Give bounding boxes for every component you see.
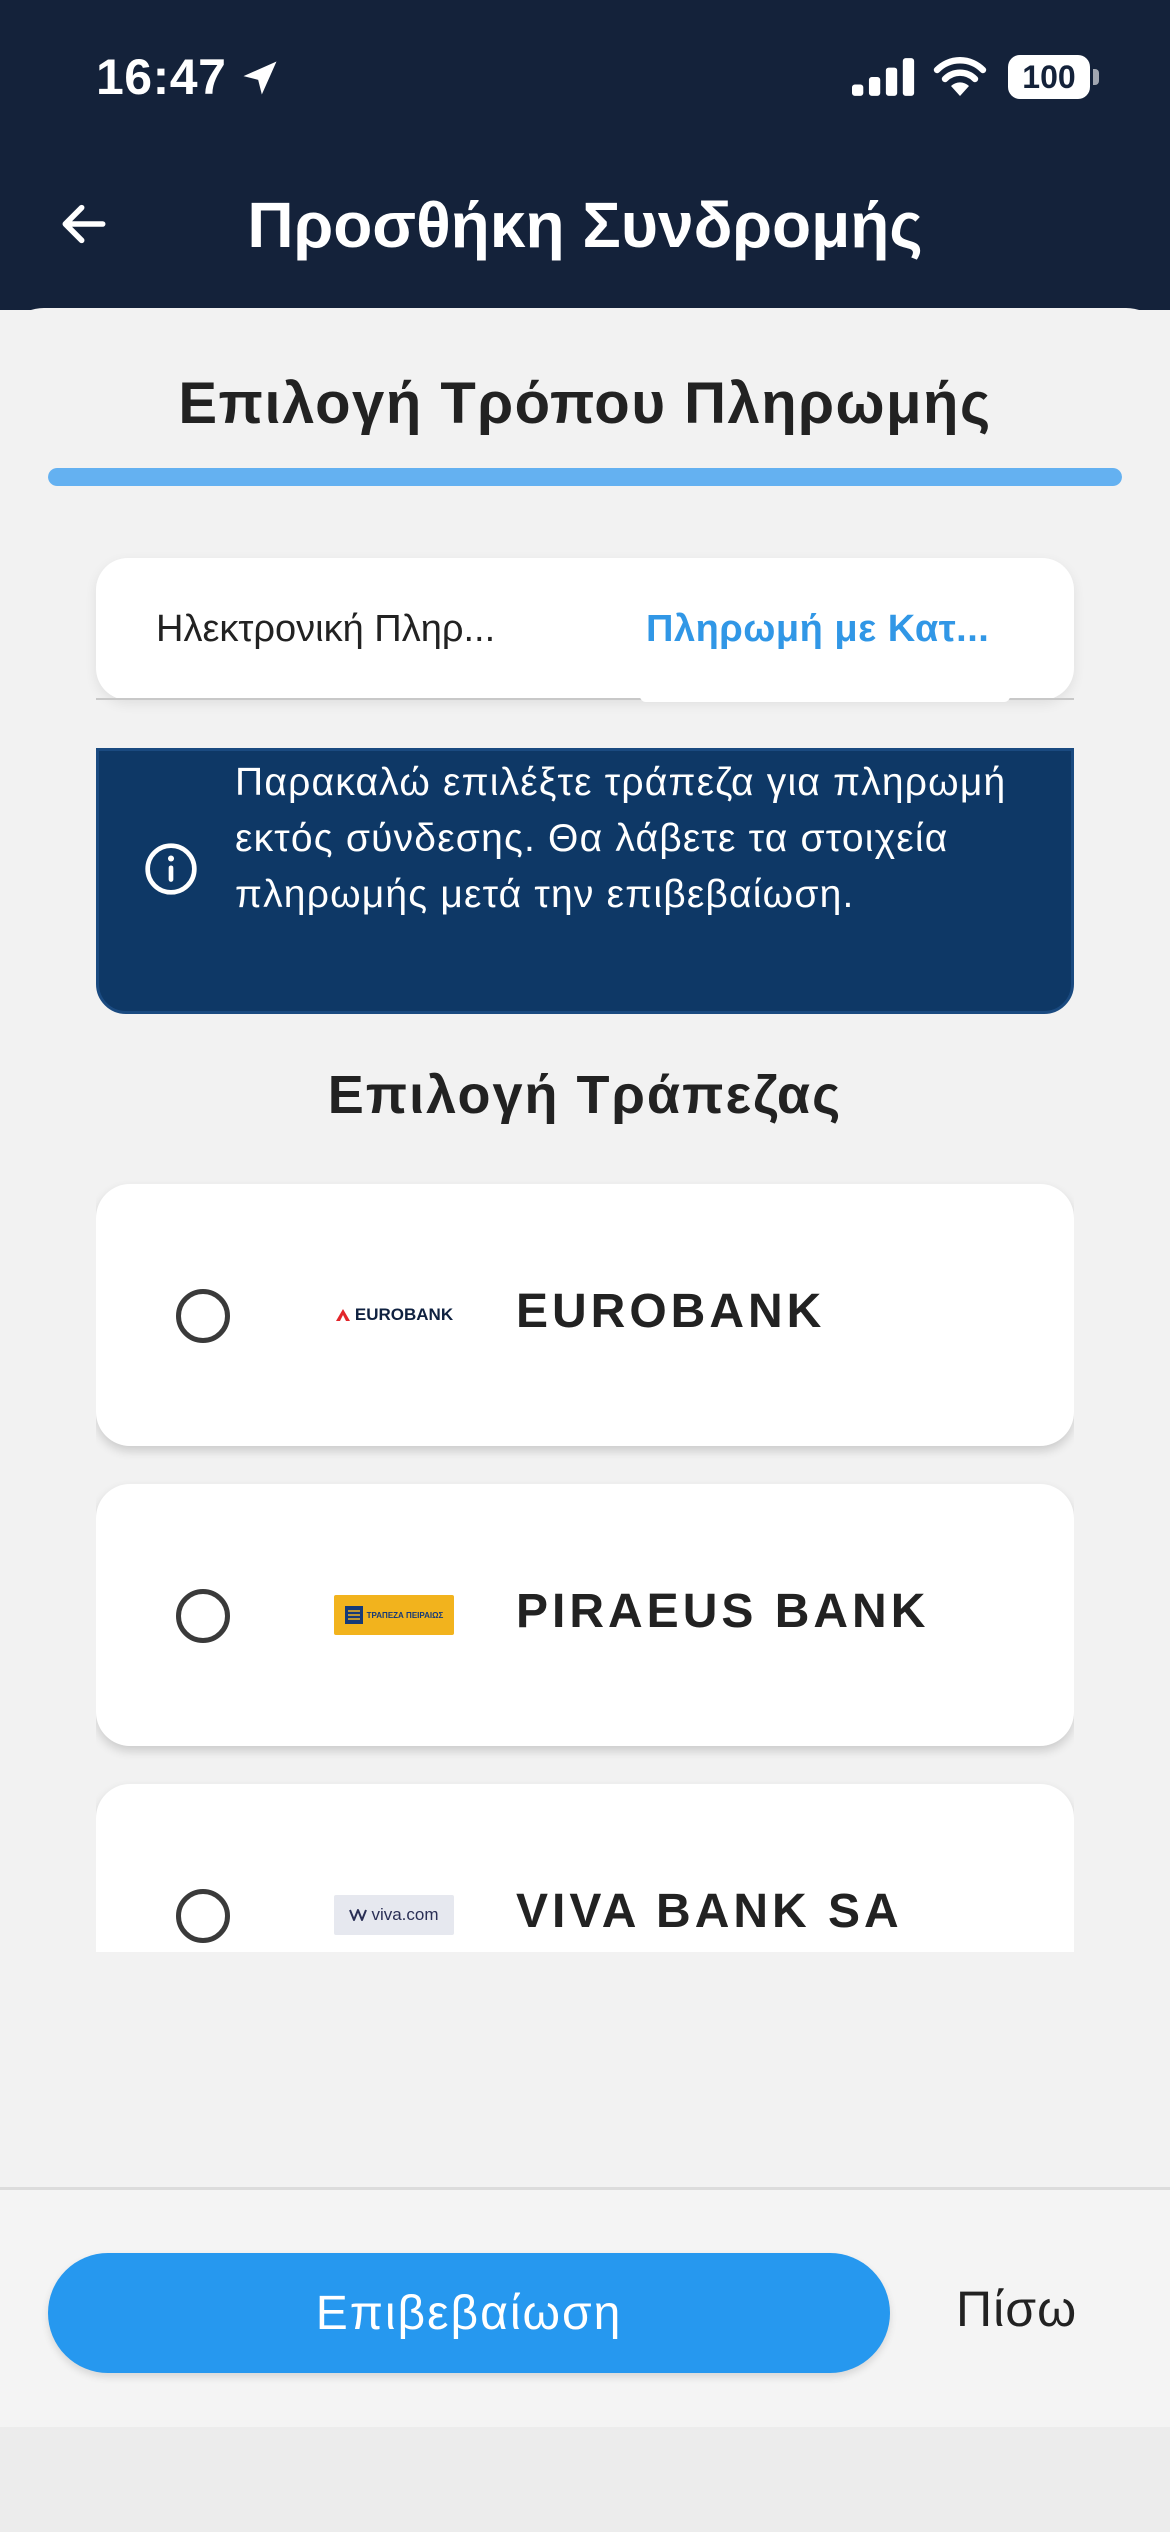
bank-option-piraeus[interactable]: ΤΡΑΠΕΖΑ ΠΕΙΡΑΙΩΣ PIRAEUS BANK [96,1484,1074,1746]
payment-method-tabs: Ηλεκτρονική Πληρ... Πληρωμή με Κατ... [96,558,1074,700]
step-title: Επιλογή Τρόπου Πληρωμής [178,371,992,436]
footer-strip [0,2427,1170,2532]
tab-active-indicator [640,690,1010,702]
status-time: 16:47 [96,49,227,105]
tab-store-payment[interactable]: Πληρωμή με Κατ... [646,558,989,700]
bank-option-viva[interactable]: viva.com VIVA BANK SA [96,1784,1074,1952]
info-icon [145,843,197,895]
bank-list[interactable]: EUROBANK EUROBANK ΤΡΑΠΕΖΑ ΠΕΙΡΑΙΩΣ PIRAE… [96,1176,1074,1952]
eurobank-logo: EUROBANK [334,1295,454,1335]
bank-name: PIRAEUS BANK [516,1585,930,1638]
step-progress-fill [48,468,1122,486]
piraeus-logo: ΤΡΑΠΕΖΑ ΠΕΙΡΑΙΩΣ [334,1595,454,1635]
step-progress-bar [48,468,1122,486]
back-button[interactable]: Πίσω [956,2280,1077,2338]
info-message: Παρακαλώ επιλέξτε τράπεζα για πληρωμή εκ… [96,748,1074,1014]
bank-selection-title: Επιλογή Τράπεζας [327,1065,843,1125]
radio-button[interactable] [176,1289,230,1343]
piraeus-mark-icon [344,1606,363,1624]
radio-button[interactable] [176,1889,230,1943]
bank-option-eurobank[interactable]: EUROBANK EUROBANK [96,1184,1074,1446]
bank-name: VIVA BANK SA [516,1885,903,1938]
location-arrow-icon [243,61,277,95]
app-header: 16:47 100 Προσθήκη Συνδρομής [0,0,1170,310]
wifi-icon [933,57,987,96]
battery-tip [1093,69,1099,85]
radio-button[interactable] [176,1589,230,1643]
viva-mark-icon [349,1909,368,1921]
viva-logo-text: viva.com [371,1905,439,1924]
tab-electronic-payment[interactable]: Ηλεκτρονική Πληρ... [156,558,495,700]
content-sheet: Επιλογή Τρόπου Πληρωμής Ηλεκτρονική Πληρ… [0,308,1170,2428]
bank-name: EUROBANK [516,1285,826,1338]
piraeus-logo-text: ΤΡΑΠΕΖΑ ΠΕΙΡΑΙΩΣ [366,1610,444,1620]
info-text: Παρακαλώ επιλέξτε τράπεζα για πληρωμή εκ… [235,761,1007,916]
battery-indicator: 100 [1008,55,1090,99]
cellular-signal-icon [852,58,915,96]
eurobank-mark-icon [335,1309,350,1321]
page-title: Προσθήκη Συνδρομής [247,189,923,261]
viva-logo: viva.com [334,1895,454,1935]
eurobank-logo-text: EUROBANK [354,1305,454,1324]
confirm-button[interactable]: Επιβεβαίωση [48,2253,890,2373]
bottom-action-bar: Επιβεβαίωση Πίσω [0,2187,1170,2427]
